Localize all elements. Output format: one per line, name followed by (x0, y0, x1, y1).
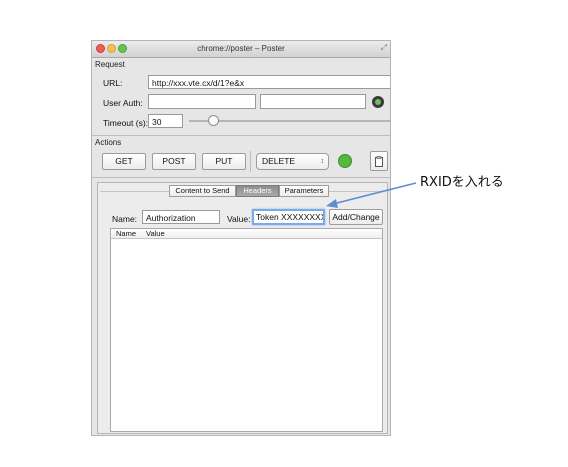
put-button[interactable]: PUT (202, 153, 246, 170)
headers-table: Name Value (110, 228, 383, 432)
clipboard-button[interactable] (370, 151, 388, 171)
header-name-input[interactable]: Authorization (142, 210, 220, 224)
clipboard-icon (375, 156, 383, 167)
method-select-value: DELETE (262, 156, 296, 166)
url-input[interactable]: http://xxx.vte.cx/d/1?e&x (148, 75, 390, 89)
url-label: URL: (103, 78, 123, 88)
header-value-input[interactable]: Token XXXXXXXX) (252, 209, 325, 225)
request-divider (92, 135, 390, 136)
actions-separator (250, 151, 251, 172)
timeout-input[interactable]: 30 (148, 114, 183, 128)
fullscreen-icon[interactable]: ⤢ (381, 43, 387, 53)
post-button[interactable]: POST (152, 153, 196, 170)
timeout-label: Timeout (s): (103, 118, 149, 128)
timeout-slider-track[interactable] (189, 120, 390, 122)
header-value-label: Value: (227, 214, 251, 224)
user-auth-label: User Auth: (103, 98, 143, 108)
status-indicator-icon (338, 154, 352, 168)
tab-headers[interactable]: Headers (236, 185, 279, 197)
window-title: chrome://poster – Poster (197, 44, 285, 53)
tab-content-to-send[interactable]: Content to Send (169, 185, 236, 197)
table-header: Name Value (111, 229, 382, 239)
actions-section-label: Actions (95, 138, 122, 147)
column-header-name[interactable]: Name (116, 229, 136, 238)
column-header-value[interactable]: Value (146, 229, 165, 238)
poster-window: chrome://poster – Poster ⤢ Request URL: … (91, 40, 391, 436)
user-auth-password-input[interactable] (260, 94, 366, 109)
get-button[interactable]: GET (102, 153, 146, 170)
title-bar: chrome://poster – Poster ⤢ (92, 41, 390, 58)
oauth-icon[interactable] (371, 95, 385, 109)
method-select[interactable]: DELETE ↕ (256, 153, 329, 170)
annotation-text: RXIDを入れる (420, 175, 504, 190)
timeout-slider-knob[interactable] (208, 115, 220, 126)
request-section-label: Request (95, 60, 125, 69)
header-name-label: Name: (112, 214, 138, 224)
annotation-arrow-icon (326, 182, 417, 208)
user-auth-username-input[interactable] (148, 94, 256, 109)
select-arrows-icon: ↕ (320, 158, 325, 165)
